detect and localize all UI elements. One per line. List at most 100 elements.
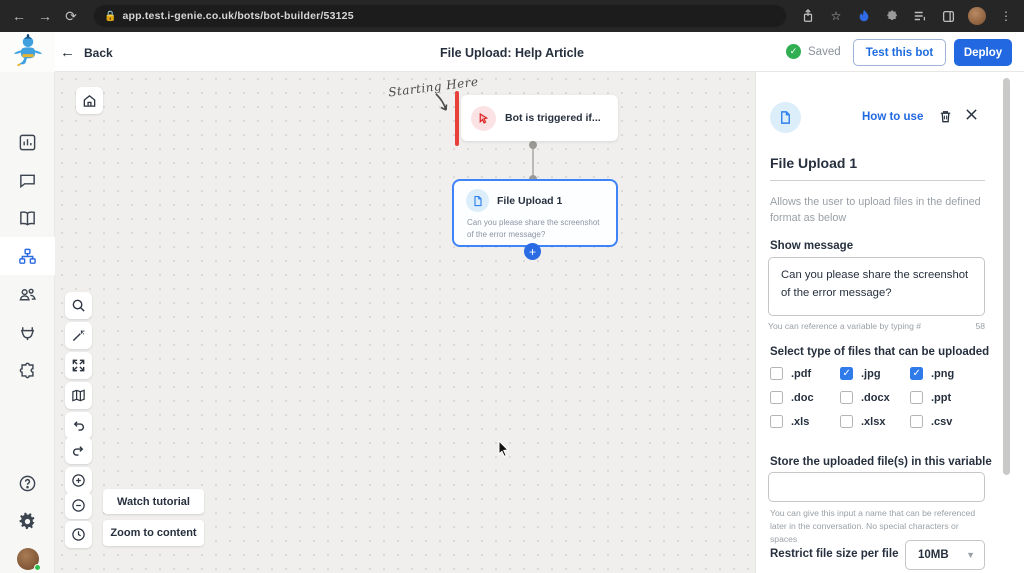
checkbox-xlsx[interactable] — [840, 415, 853, 428]
zoom-to-content-button[interactable]: Zoom to content — [103, 520, 204, 546]
close-icon — [965, 108, 978, 121]
browser-reload-icon[interactable]: ⟳ — [58, 8, 84, 25]
filetype-png[interactable]: .png — [910, 367, 980, 380]
home-icon — [82, 93, 97, 108]
store-variable-label: Store the uploaded file(s) in this varia… — [770, 456, 992, 468]
flame-extension-icon[interactable] — [856, 8, 872, 24]
filetype-xlsx[interactable]: .xlsx — [840, 415, 910, 428]
delete-node-button[interactable] — [938, 109, 953, 129]
test-bot-button[interactable]: Test this bot — [853, 39, 946, 66]
checkbox-ppt[interactable] — [910, 391, 923, 404]
zoom-out-icon — [71, 498, 86, 513]
filetype-doc[interactable]: .doc — [770, 391, 840, 404]
back-button[interactable]: ← Back — [60, 44, 113, 61]
map-icon — [71, 388, 86, 403]
filetype-csv[interactable]: .csv — [910, 415, 980, 428]
sidebar-user-avatar[interactable] — [0, 540, 55, 573]
saved-check-icon: ✓ — [786, 44, 801, 59]
help-icon — [18, 474, 37, 493]
browser-forward-icon[interactable]: → — [32, 8, 58, 24]
back-arrow-icon: ← — [60, 44, 75, 61]
panel-scrollbar[interactable] — [1003, 78, 1010, 475]
zoom-in-tool[interactable] — [65, 467, 92, 494]
lock-icon: 🔒 — [104, 11, 116, 22]
bookmark-star-icon[interactable]: ☆ — [828, 8, 844, 24]
filetype-jpg[interactable]: .jpg — [840, 367, 910, 380]
close-panel-button[interactable] — [965, 108, 978, 125]
expand-icon — [71, 358, 86, 373]
sidebar-item-settings[interactable] — [0, 502, 55, 540]
redo-tool[interactable] — [65, 437, 92, 464]
tab-list-icon[interactable] — [912, 8, 928, 24]
file-upload-icon — [466, 189, 489, 212]
watch-tutorial-button[interactable]: Watch tutorial — [103, 489, 204, 514]
people-icon — [18, 285, 37, 304]
sidebar-item-plugins[interactable] — [0, 351, 55, 389]
chat-icon — [18, 171, 37, 190]
sidebar-item-team[interactable] — [0, 275, 55, 313]
checkbox-png[interactable] — [910, 367, 923, 380]
browser-chrome: ← → ⟳ 🔒 app.test.i-genie.co.uk/bots/bot-… — [0, 0, 1024, 32]
checkbox-pdf[interactable] — [770, 367, 783, 380]
undo-tool[interactable] — [65, 412, 92, 439]
sidebar-item-integrations[interactable] — [0, 313, 55, 351]
sidebar-item-knowledge[interactable] — [0, 199, 55, 237]
browser-menu-icon[interactable]: ⋮ — [998, 8, 1014, 24]
trigger-node[interactable]: Bot is triggered if... — [461, 95, 618, 141]
checkbox-xls[interactable] — [770, 415, 783, 428]
url-text[interactable]: app.test.i-genie.co.uk/bots/bot-builder/… — [122, 10, 353, 22]
history-tool[interactable] — [65, 521, 92, 548]
file-types-label: Select type of files that can be uploade… — [770, 346, 989, 358]
flow-icon — [18, 247, 37, 266]
file-size-dropdown[interactable]: 10MB ▼ — [905, 540, 985, 570]
add-step-button[interactable]: + — [524, 243, 541, 260]
sidebar-item-analytics[interactable] — [0, 123, 55, 161]
panel-title[interactable]: File Upload 1 — [770, 155, 985, 181]
search-tool[interactable] — [65, 292, 92, 319]
sidebar-item-help[interactable] — [0, 464, 55, 502]
saved-label: Saved — [808, 46, 841, 58]
deploy-button[interactable]: Deploy — [954, 39, 1012, 66]
checkbox-doc[interactable] — [770, 391, 783, 404]
store-variable-input[interactable] — [768, 472, 985, 502]
zoom-out-tool[interactable] — [65, 492, 92, 519]
puzzle-icon — [18, 361, 37, 380]
fullscreen-tool[interactable] — [65, 352, 92, 379]
filetype-docx[interactable]: .docx — [840, 391, 910, 404]
ai-wand-tool[interactable] — [65, 322, 92, 349]
show-message-input[interactable]: Can you please share the screenshot of t… — [768, 257, 985, 316]
plug-icon — [18, 323, 37, 342]
restrict-size-label: Restrict file size per file — [770, 548, 898, 560]
sidebar-toggle-icon[interactable] — [940, 8, 956, 24]
trash-icon — [938, 109, 953, 124]
user-avatar — [17, 548, 39, 570]
clock-icon — [71, 527, 86, 542]
genie-logo[interactable] — [0, 32, 55, 72]
file-node-title: File Upload 1 — [497, 195, 562, 207]
home-button[interactable] — [76, 87, 103, 114]
back-label: Back — [84, 46, 113, 60]
share-icon[interactable] — [800, 8, 816, 24]
filetype-ppt[interactable]: .ppt — [910, 391, 980, 404]
file-size-value: 10MB — [918, 549, 949, 561]
annotation-arrow — [432, 92, 456, 116]
checkbox-csv[interactable] — [910, 415, 923, 428]
how-to-use-link[interactable]: How to use — [862, 111, 923, 123]
profile-avatar[interactable] — [968, 7, 986, 25]
undo-icon — [71, 418, 86, 433]
search-icon — [71, 298, 86, 313]
sidebar-item-bot-builder[interactable] — [0, 237, 55, 275]
sidebar-item-conversations[interactable] — [0, 161, 55, 199]
minimap-tool[interactable] — [65, 382, 92, 409]
file-upload-node[interactable]: File Upload 1 Can you please share the s… — [452, 179, 618, 247]
filetype-xls[interactable]: .xls — [770, 415, 840, 428]
checkbox-jpg[interactable] — [840, 367, 853, 380]
connector-dot-top[interactable] — [529, 141, 537, 149]
checkbox-docx[interactable] — [840, 391, 853, 404]
show-message-label: Show message — [770, 240, 853, 252]
url-bar[interactable]: 🔒 app.test.i-genie.co.uk/bots/bot-builde… — [94, 5, 786, 27]
browser-back-icon[interactable]: ← — [6, 8, 32, 24]
extensions-puzzle-icon[interactable] — [884, 8, 900, 24]
filetype-pdf[interactable]: .pdf — [770, 367, 840, 380]
char-count: 58 — [975, 321, 985, 331]
